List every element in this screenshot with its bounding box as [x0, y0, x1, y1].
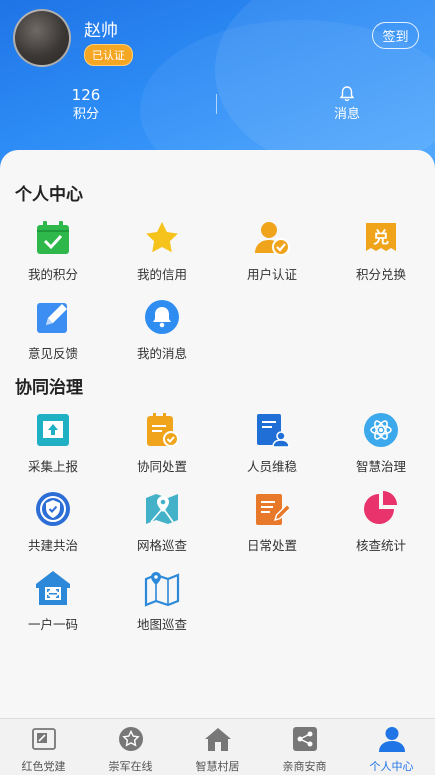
- menu-item-verification-stats[interactable]: 核查统计: [331, 489, 431, 554]
- star-circle-icon: [116, 724, 146, 754]
- section-title-governance: 协同治理: [15, 378, 83, 398]
- share-box-icon: [290, 724, 320, 754]
- bell-icon: [287, 86, 407, 104]
- menu-item-collect-report[interactable]: 采集上报: [3, 410, 103, 475]
- menu-item-label: 我的积分: [27, 267, 78, 282]
- edit-pencil-icon: [33, 297, 73, 337]
- profile-header: 赵帅 已认证 签到 126 积分 消息: [0, 0, 435, 175]
- person-icon: [377, 724, 407, 754]
- note-edit-icon: [252, 489, 292, 529]
- tab-label: 个人中心: [369, 760, 414, 773]
- people-document-icon: [252, 410, 292, 450]
- menu-item-points-exchange[interactable]: 兑 积分兑换: [331, 218, 431, 283]
- menu-item-label: 意见反馈: [27, 346, 78, 361]
- menu-item-joint-governance[interactable]: 共建共治: [3, 489, 103, 554]
- user-name: 赵帅: [84, 21, 118, 41]
- menu-item-collaborative-handling[interactable]: 协同处置: [112, 410, 212, 475]
- section-title-personal: 个人中心: [15, 185, 83, 205]
- points-value: 126: [71, 86, 101, 104]
- messages-stat[interactable]: 消息: [287, 86, 407, 124]
- tab-label: 崇军在线: [108, 760, 153, 773]
- stats-divider: [216, 94, 217, 114]
- menu-item-label: 用户认证: [246, 267, 297, 282]
- menu-item-my-credit[interactable]: 我的信用: [112, 218, 212, 283]
- bottom-tab-bar: 红色党建 崇军在线 智慧村居 亲商安商 个人中心: [0, 718, 435, 775]
- menu-item-map-patrol[interactable]: 地图巡查: [112, 568, 212, 633]
- content-card: 个人中心 我的积分 我的信用 用户认证 兑 积分兑换 意见反馈 我的消息 协同治…: [0, 150, 435, 720]
- messages-label: 消息: [333, 107, 360, 122]
- pie-chart-icon: [361, 489, 401, 529]
- points-stat[interactable]: 126 积分: [26, 86, 146, 124]
- clipboard-check-icon: [142, 410, 182, 450]
- menu-item-feedback[interactable]: 意见反馈: [3, 297, 103, 362]
- tab-military-online[interactable]: 崇军在线: [87, 719, 174, 775]
- menu-item-one-household-code[interactable]: 一户一码: [3, 568, 103, 633]
- upload-icon: [33, 410, 73, 450]
- user-verified-icon: [252, 218, 292, 258]
- tab-label: 智慧村居: [195, 760, 240, 773]
- bell-icon: [142, 297, 182, 337]
- menu-item-label: 网格巡查: [136, 538, 187, 553]
- tab-smart-village[interactable]: 智慧村居: [174, 719, 261, 775]
- tab-party-building[interactable]: 红色党建: [0, 719, 87, 775]
- menu-item-label: 我的信用: [136, 267, 187, 282]
- menu-item-daily-handling[interactable]: 日常处置: [222, 489, 322, 554]
- menu-item-my-points[interactable]: 我的积分: [3, 218, 103, 283]
- tab-personal-center[interactable]: 个人中心: [348, 719, 435, 775]
- verified-badge: 已认证: [84, 44, 133, 66]
- menu-item-label: 地图巡查: [136, 617, 187, 632]
- star-icon: [142, 218, 182, 258]
- menu-item-my-messages[interactable]: 我的消息: [112, 297, 212, 362]
- menu-item-label: 核查统计: [355, 538, 406, 553]
- party-flag-icon: [29, 724, 59, 754]
- tab-business-service[interactable]: 亲商安商: [261, 719, 348, 775]
- menu-item-label: 人员维稳: [246, 459, 297, 474]
- tab-label: 亲商安商: [282, 760, 327, 773]
- svg-text:兑: 兑: [373, 228, 389, 247]
- menu-item-smart-governance[interactable]: 智慧治理: [331, 410, 431, 475]
- calendar-check-icon: [33, 218, 73, 258]
- menu-item-label: 共建共治: [27, 538, 78, 553]
- menu-item-personnel-stability[interactable]: 人员维稳: [222, 410, 322, 475]
- menu-item-label: 积分兑换: [355, 267, 406, 282]
- menu-item-label: 智慧治理: [355, 459, 406, 474]
- menu-item-label: 采集上报: [27, 459, 78, 474]
- shield-check-icon: [33, 489, 73, 529]
- points-label: 积分: [72, 107, 99, 122]
- menu-item-grid-patrol[interactable]: 网格巡查: [112, 489, 212, 554]
- atom-icon: [361, 410, 401, 450]
- exchange-ticket-icon: 兑: [361, 218, 401, 258]
- avatar[interactable]: [13, 9, 71, 67]
- menu-item-label: 日常处置: [246, 538, 297, 553]
- house-icon: [203, 724, 233, 754]
- map-pin-icon: [142, 489, 182, 529]
- menu-item-label: 一户一码: [27, 617, 78, 632]
- signin-button[interactable]: 签到: [372, 22, 419, 49]
- tab-label: 红色党建: [21, 760, 66, 773]
- map-icon: [142, 568, 182, 608]
- menu-item-label: 协同处置: [136, 459, 187, 474]
- menu-item-label: 我的消息: [136, 346, 187, 361]
- house-code-icon: [33, 568, 73, 608]
- menu-item-user-verification[interactable]: 用户认证: [222, 218, 322, 283]
